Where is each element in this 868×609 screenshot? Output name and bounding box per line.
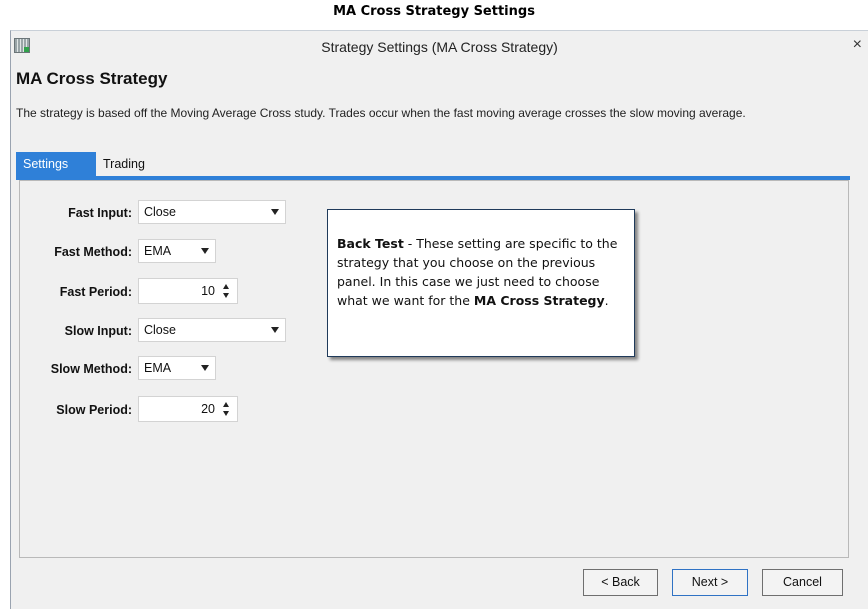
chevron-down-icon: [201, 248, 209, 254]
fast-period-value: 10: [201, 284, 215, 298]
fast-input-label: Fast Input:: [68, 206, 132, 220]
annotation-callout: Back Test - These setting are specific t…: [327, 209, 635, 357]
strategy-heading: MA Cross Strategy: [16, 69, 168, 88]
fast-method-select[interactable]: EMA: [138, 239, 216, 263]
spinner-arrows-icon[interactable]: [223, 401, 231, 417]
tab-trading-options[interactable]: Trading Options: [96, 152, 153, 195]
slow-input-select[interactable]: Close: [138, 318, 286, 342]
slow-period-label: Slow Period:: [56, 403, 132, 417]
next-button[interactable]: Next >: [672, 569, 748, 596]
chevron-down-icon: [271, 209, 279, 215]
tab-settings[interactable]: Settings: [16, 152, 96, 176]
slow-method-label: Slow Method:: [50, 362, 132, 376]
fast-input-value: Close: [144, 205, 176, 219]
figure-caption: MA Cross Strategy Settings: [333, 4, 535, 19]
callout-period: .: [604, 293, 609, 308]
fast-method-value: EMA: [144, 244, 172, 258]
window-title: Strategy Settings (MA Cross Strategy): [321, 39, 558, 55]
slow-method-value: EMA: [144, 361, 172, 375]
close-icon[interactable]: ×: [853, 36, 862, 54]
slow-input-value: Close: [144, 323, 176, 337]
slow-period-value: 20: [201, 402, 215, 416]
slow-method-select[interactable]: EMA: [138, 356, 216, 380]
chevron-down-icon: [271, 327, 279, 333]
fast-period-label: Fast Period:: [59, 285, 132, 299]
back-button[interactable]: < Back: [583, 569, 658, 596]
title-bar[interactable]: Strategy Settings (MA Cross Strategy) ×: [11, 31, 868, 61]
spinner-arrows-icon[interactable]: [223, 283, 231, 299]
callout-lead: Back Test: [337, 236, 404, 251]
fast-period-stepper[interactable]: 10: [138, 278, 238, 304]
strategy-description: The strategy is based off the Moving Ave…: [16, 106, 746, 120]
fast-input-select[interactable]: Close: [138, 200, 286, 224]
fast-method-label: Fast Method:: [54, 245, 132, 259]
cancel-button[interactable]: Cancel: [762, 569, 843, 596]
chevron-down-icon: [201, 365, 209, 371]
slow-period-stepper[interactable]: 20: [138, 396, 238, 422]
slow-input-label: Slow Input:: [64, 324, 132, 338]
callout-strategy-name: MA Cross Strategy: [473, 293, 605, 308]
